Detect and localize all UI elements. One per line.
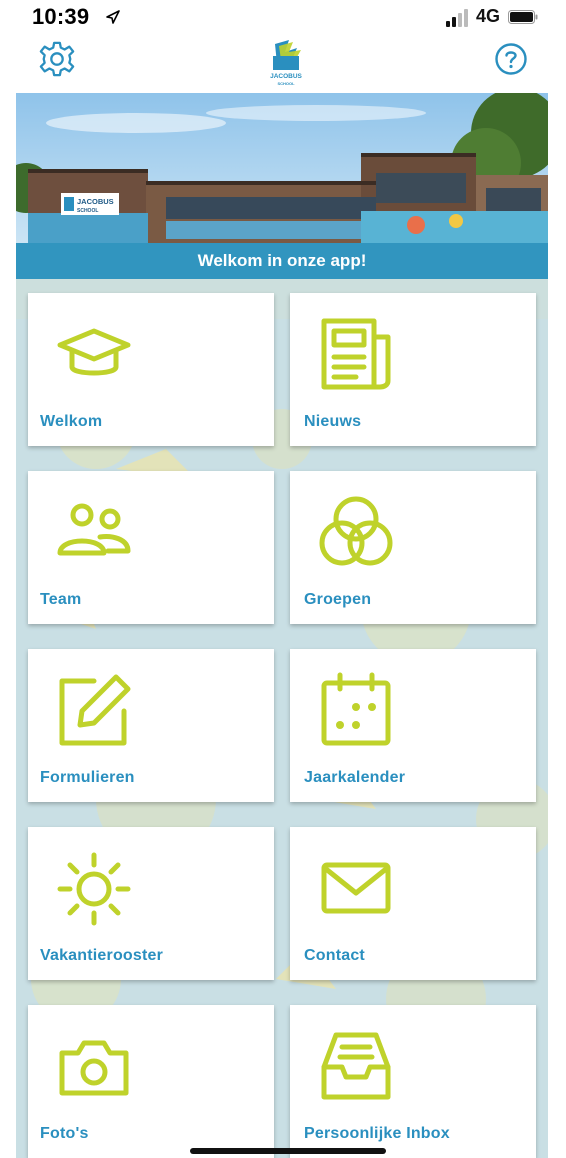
tile-label: Formulieren	[40, 769, 135, 786]
svg-text:JACOBUS: JACOBUS	[270, 73, 302, 80]
tile-label: Contact	[304, 947, 365, 964]
inbox-tray-icon	[321, 1032, 391, 1100]
tile-groepen[interactable]: Groepen	[290, 471, 536, 624]
newspaper-icon	[321, 318, 391, 390]
tile-nieuws[interactable]: Nieuws	[290, 293, 536, 446]
tile-label: Nieuws	[304, 413, 362, 430]
network-type: 4G	[476, 6, 501, 26]
tile-label: Foto's	[40, 1125, 89, 1142]
tile-label: Groepen	[304, 591, 372, 608]
tile-label: Welkom	[40, 413, 103, 430]
svg-text:SCHOOL: SCHOOL	[277, 81, 295, 86]
calendar-icon	[321, 672, 391, 746]
people-icon	[57, 503, 131, 556]
location-arrow-icon	[106, 10, 120, 24]
graduation-cap-icon	[57, 328, 131, 376]
edit-form-icon	[59, 674, 131, 746]
tile-welkom[interactable]: Welkom	[28, 293, 274, 446]
tile-persoonlijke-inbox[interactable]: Persoonlijke Inbox	[290, 1005, 536, 1158]
tile-label: Persoonlijke Inbox	[304, 1125, 450, 1142]
camera-icon	[59, 1040, 129, 1096]
tile-label: Jaarkalender	[304, 769, 406, 786]
signal-icon	[446, 9, 468, 27]
help-question-icon[interactable]	[494, 42, 528, 76]
tile-formulieren[interactable]: Formulieren	[28, 649, 274, 802]
menu-grid: Welkom Nieuws Team Groepen Formulieren J…	[16, 279, 548, 1158]
svg-text:JACOBUS: JACOBUS	[77, 197, 114, 206]
tile-team[interactable]: Team	[28, 471, 274, 624]
home-indicator[interactable]	[190, 1148, 386, 1154]
svg-text:SCHOOL: SCHOOL	[77, 208, 98, 214]
tile-label: Team	[40, 591, 82, 608]
welcome-caption: Welkom in onze app!	[16, 243, 548, 279]
tile-jaarkalender[interactable]: Jaarkalender	[290, 649, 536, 802]
tile-contact[interactable]: Contact	[290, 827, 536, 980]
sun-icon	[57, 852, 131, 926]
battery-icon	[508, 10, 538, 24]
status-bar: 10:39 4G	[0, 0, 566, 36]
tile-label: Vakantierooster	[40, 947, 164, 964]
envelope-icon	[321, 862, 391, 914]
tile-fotos[interactable]: Foto's	[28, 1005, 274, 1158]
hero-banner: JACOBUS SCHOOL Welkom in onze app!	[16, 93, 548, 279]
app-header: JACOBUS SCHOOL	[0, 36, 566, 94]
school-logo: JACOBUS SCHOOL	[270, 40, 303, 86]
status-time: 10:39	[32, 4, 90, 29]
settings-gear-icon[interactable]	[38, 40, 76, 78]
circles-icon	[319, 496, 393, 566]
tile-vakantierooster[interactable]: Vakantierooster	[28, 827, 274, 980]
